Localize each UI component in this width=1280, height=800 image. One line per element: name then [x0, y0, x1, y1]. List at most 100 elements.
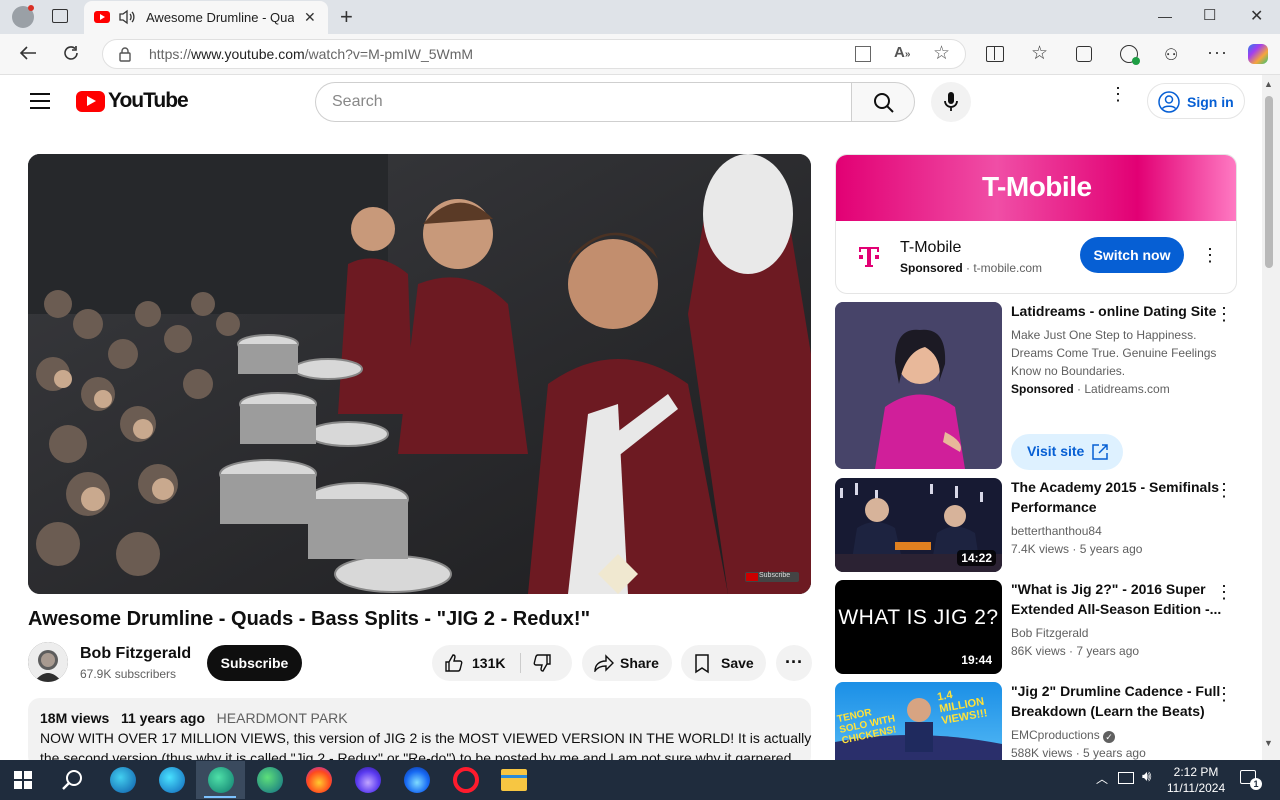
- sign-in-label: Sign in: [1187, 94, 1234, 110]
- search-input[interactable]: Search: [315, 82, 852, 122]
- more-actions-button[interactable]: ···: [776, 645, 812, 681]
- tmobile-ad-card[interactable]: T-Mobile T-Mobile Sponsored · t-mobile.c…: [835, 154, 1237, 294]
- app-available-icon[interactable]: [855, 46, 871, 62]
- windows-start-icon[interactable]: [14, 771, 32, 789]
- save-button[interactable]: Save: [681, 645, 766, 681]
- like-button[interactable]: 131K: [432, 645, 520, 681]
- read-aloud-icon[interactable]: A»: [894, 44, 910, 61]
- opera-icon[interactable]: [453, 767, 479, 793]
- duration-badge-2: 19:44: [957, 652, 996, 668]
- search-placeholder: Search: [332, 93, 383, 110]
- related-menu-icon-1[interactable]: ⋮: [1214, 480, 1234, 500]
- maximize-button[interactable]: ☐: [1203, 6, 1216, 24]
- dislike-button[interactable]: [532, 653, 552, 673]
- settings-more-icon[interactable]: ···: [1207, 42, 1228, 63]
- search-button[interactable]: [851, 82, 915, 122]
- related-title-1a[interactable]: The Academy 2015 - Semifinals: [1011, 477, 1219, 497]
- volume-icon[interactable]: 🔊︎: [1142, 768, 1151, 785]
- voice-search-button[interactable]: [931, 82, 971, 122]
- scroll-thumb[interactable]: [1265, 96, 1273, 268]
- channel-name[interactable]: Bob Fitzgerald: [80, 645, 191, 663]
- firefox-developer-icon[interactable]: [404, 767, 430, 793]
- description-box[interactable]: 18M views 11 years ago HEARDMONT PARK NO…: [28, 698, 811, 768]
- new-tab-button[interactable]: +: [340, 4, 353, 30]
- window-close-button[interactable]: ✕: [1250, 6, 1263, 26]
- active-tab[interactable]: Awesome Drumline - Quads - Bass Splits ✕: [84, 1, 328, 34]
- clock-time: 2:12 PM: [1173, 765, 1219, 779]
- location-tag[interactable]: HEARDMONT PARK: [217, 710, 348, 726]
- minimize-button[interactable]: —: [1158, 8, 1172, 24]
- related-thumbnail-2[interactable]: WHAT IS JIG 2? 19:44: [835, 580, 1002, 674]
- channel-avatar[interactable]: [28, 642, 68, 682]
- tray-chevron-icon[interactable]: ︿: [1096, 770, 1108, 787]
- related-channel-3[interactable]: EMCproductions: [1011, 728, 1100, 742]
- scroll-up-icon[interactable]: ▲: [1264, 79, 1273, 89]
- related-age-1: 5 years ago: [1079, 542, 1143, 556]
- related-thumbnail-3[interactable]: TENOR SOLO WITH CHICKENS! 1.4 MILLION VI…: [835, 682, 1002, 760]
- like-dislike-group: 131K: [432, 645, 572, 681]
- switch-now-button[interactable]: Switch now: [1080, 237, 1184, 273]
- description-stats: 18M views 11 years ago HEARDMONT PARK: [40, 710, 348, 726]
- edge-beta-icon[interactable]: [159, 767, 185, 793]
- favorites-icon[interactable]: ☆: [1031, 42, 1048, 65]
- edge-icon[interactable]: [110, 767, 136, 793]
- microphone-icon: [944, 92, 958, 112]
- extensions-icon[interactable]: ⚇: [1164, 45, 1178, 65]
- refresh-icon[interactable]: [62, 44, 80, 62]
- firefox-icon[interactable]: [306, 767, 332, 793]
- tmobile-banner: T-Mobile: [836, 155, 1236, 221]
- related-views-2: 86K views: [1011, 644, 1066, 658]
- latidreams-ad-image[interactable]: [835, 302, 1002, 469]
- back-arrow-icon[interactable]: [18, 44, 38, 62]
- edge-dev-icon[interactable]: [257, 767, 283, 793]
- hamburger-menu-icon[interactable]: [30, 93, 50, 109]
- tmobile-ad-menu-icon[interactable]: ⋮: [1200, 245, 1220, 265]
- latidreams-title[interactable]: Latidreams - online Dating Site: [1011, 301, 1216, 321]
- subscriber-count: 67.9K subscribers: [80, 667, 177, 681]
- save-label: Save: [721, 655, 754, 671]
- copilot-icon[interactable]: [1248, 44, 1268, 64]
- speaker-icon[interactable]: [118, 9, 136, 25]
- save-playlist-icon: [694, 654, 710, 674]
- related-menu-icon-3[interactable]: ⋮: [1214, 684, 1234, 704]
- related-title-1b[interactable]: Performance: [1011, 497, 1097, 517]
- share-button[interactable]: Share: [582, 645, 672, 681]
- related-title-2a[interactable]: "What is Jig 2?" - 2016 Super: [1011, 579, 1206, 599]
- visit-site-button[interactable]: Visit site: [1011, 434, 1123, 470]
- settings-kebab-icon[interactable]: ⋮: [1108, 85, 1128, 103]
- firefox-nightly-icon[interactable]: [355, 767, 381, 793]
- network-icon[interactable]: [1118, 772, 1134, 784]
- related-thumbnail-1[interactable]: 14:22: [835, 478, 1002, 572]
- verified-badge-icon: ✓: [1103, 731, 1116, 743]
- file-explorer-icon[interactable]: [501, 769, 527, 791]
- related-title-2b[interactable]: Extended All-Season Edition -...: [1011, 599, 1221, 619]
- related-views-1: 7.4K views: [1011, 542, 1070, 556]
- split-screen-icon[interactable]: [986, 46, 1004, 62]
- tab-close-icon[interactable]: ✕: [304, 9, 316, 26]
- related-channel-2[interactable]: Bob Fitzgerald: [1011, 624, 1088, 642]
- video-player[interactable]: Subscribe: [28, 154, 811, 594]
- related-menu-icon-2[interactable]: ⋮: [1214, 582, 1234, 602]
- youtube-logo-icon[interactable]: [76, 91, 105, 112]
- latidreams-menu-icon[interactable]: ⋮: [1214, 304, 1234, 324]
- edge-canary-icon[interactable]: [208, 767, 234, 793]
- scroll-down-icon[interactable]: ▼: [1264, 738, 1273, 748]
- taskbar-clock[interactable]: 2:12 PM 11/11/2024: [1166, 764, 1226, 796]
- sign-in-button[interactable]: Sign in: [1147, 83, 1245, 119]
- taskbar-search-icon[interactable]: [62, 769, 84, 791]
- related-channel-1[interactable]: betterthanthou84: [1011, 522, 1102, 540]
- latidreams-body-2: Dreams Come True. Genuine Feelings: [1011, 346, 1217, 360]
- lock-icon[interactable]: [118, 46, 132, 62]
- url-prefix: https://: [149, 46, 192, 62]
- favorite-star-icon[interactable]: ☆: [933, 42, 950, 65]
- external-link-icon: [1091, 443, 1109, 461]
- related-channel-3-row: EMCproductions ✓: [1011, 726, 1116, 744]
- browser-essentials-icon[interactable]: [1120, 45, 1140, 65]
- related-title-3b[interactable]: Breakdown (Learn the Beats): [1011, 701, 1205, 721]
- workspaces-icon[interactable]: [52, 9, 68, 23]
- related-title-3a[interactable]: "Jig 2" Drumline Cadence - Full: [1011, 681, 1220, 701]
- collections-icon[interactable]: [1076, 46, 1092, 62]
- url-path: /watch?v=M-pmIW_5WmM: [304, 46, 474, 62]
- subscribe-button[interactable]: Subscribe: [207, 645, 302, 681]
- youtube-favicon-icon: [94, 11, 110, 23]
